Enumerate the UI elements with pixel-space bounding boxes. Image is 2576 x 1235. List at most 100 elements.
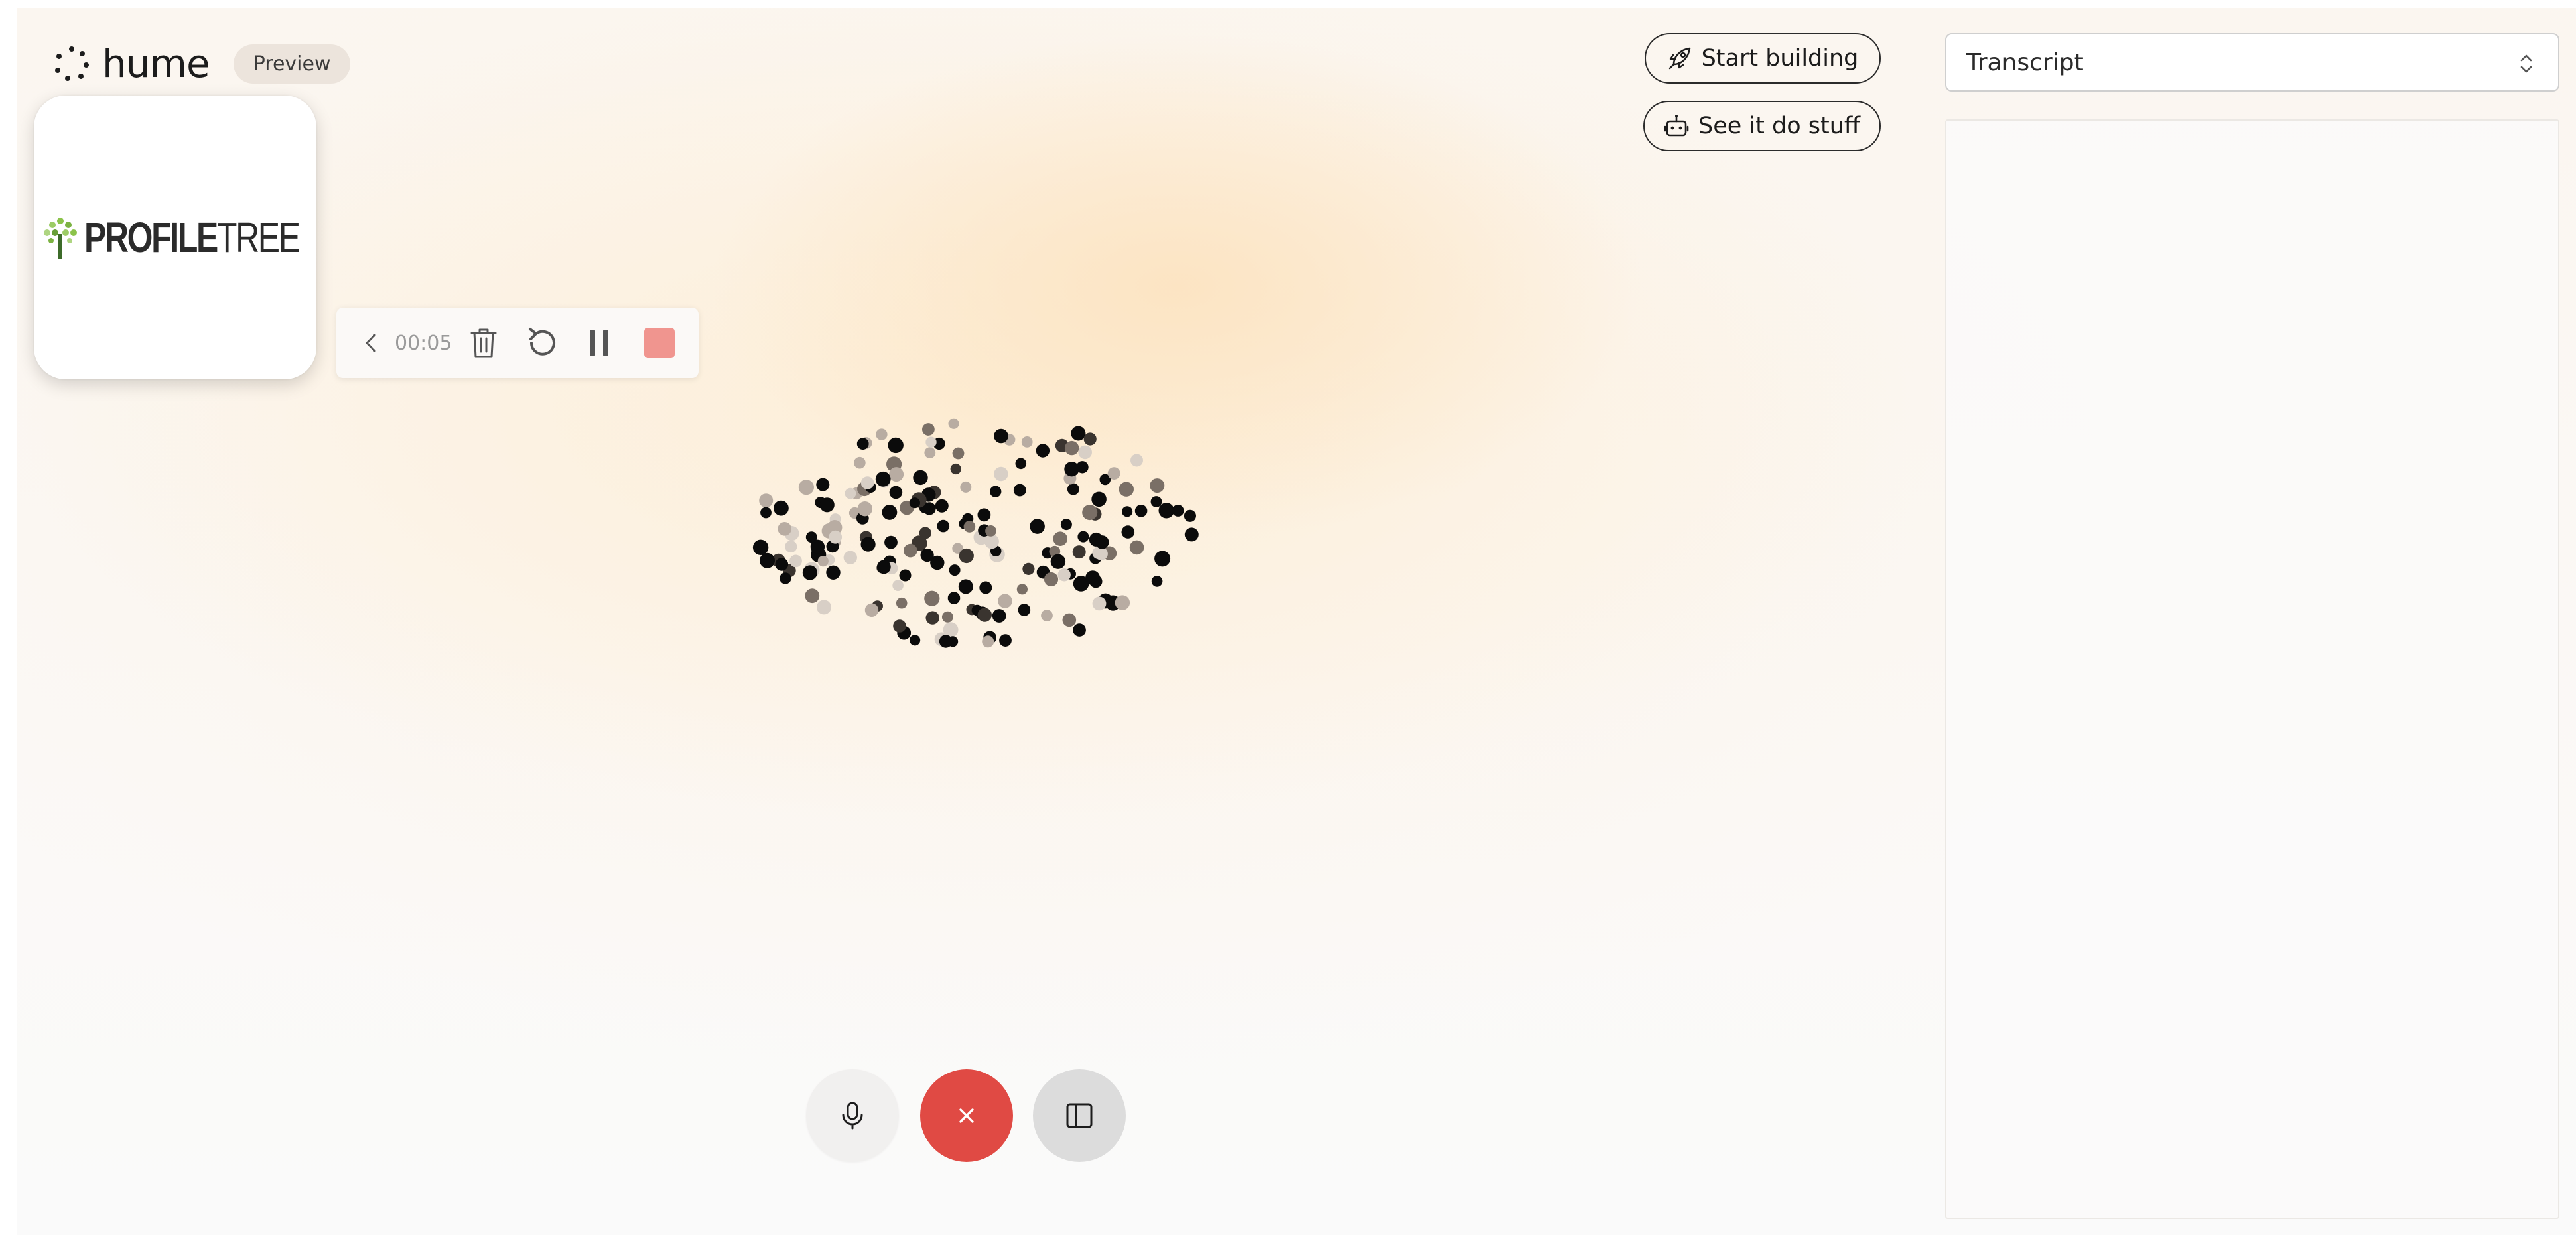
sidebar-toggle-icon (1066, 1103, 1093, 1128)
viz-dot (990, 486, 1002, 497)
see-it-do-stuff-button[interactable]: See it do stuff (1643, 101, 1881, 151)
viz-dot (1064, 440, 1079, 456)
viz-dot (1151, 576, 1163, 587)
viz-dot (856, 438, 869, 450)
viz-dot (896, 597, 908, 609)
trash-icon[interactable] (469, 326, 498, 359)
viz-dot (805, 588, 820, 604)
viz-dot (1122, 506, 1133, 517)
viz-dot (1018, 604, 1031, 616)
viz-dot (941, 611, 953, 623)
viz-dot (1021, 436, 1033, 448)
viz-dot (780, 572, 791, 584)
end-call-button[interactable] (920, 1069, 1013, 1162)
viz-dot (1184, 509, 1196, 522)
viz-dot (899, 569, 912, 582)
viz-dot (876, 560, 891, 574)
viz-dot (888, 437, 904, 454)
viz-dot (959, 548, 974, 564)
viz-dot (910, 635, 921, 646)
viz-dot (935, 499, 949, 513)
viz-dot (924, 590, 940, 606)
viz-dot (1172, 505, 1184, 517)
microphone-icon (842, 1102, 863, 1130)
viz-dot (930, 555, 945, 570)
viz-dot (913, 470, 928, 486)
close-icon (959, 1108, 974, 1123)
viz-dot (1154, 551, 1171, 567)
viz-dot (1044, 572, 1059, 587)
viz-dot (1184, 527, 1199, 542)
restart-icon[interactable] (525, 325, 561, 361)
viz-dot (889, 467, 904, 482)
viz-dot (843, 551, 857, 564)
viz-dot (760, 552, 775, 568)
viz-dot (882, 505, 898, 520)
microphone-button[interactable] (806, 1069, 899, 1162)
viz-dot (937, 519, 950, 533)
pause-icon[interactable] (587, 328, 611, 358)
stop-icon[interactable] (644, 328, 675, 358)
start-building-button[interactable]: Start building (1645, 33, 1881, 84)
viz-dot (977, 608, 992, 622)
viz-dot (1092, 596, 1107, 611)
viz-dot (1071, 426, 1086, 441)
viz-dot (1057, 568, 1071, 582)
brand-logo: hume Preview (53, 41, 351, 86)
viz-dot (775, 558, 789, 571)
viz-dot (1041, 610, 1053, 621)
viz-dot (817, 600, 831, 615)
viz-dot (826, 565, 841, 580)
viz-dot (1015, 458, 1027, 470)
viz-dot (1107, 467, 1120, 480)
viz-dot (1078, 445, 1092, 460)
viz-dot (1129, 540, 1144, 555)
viz-dot (817, 556, 829, 567)
viz-dot (949, 564, 961, 576)
start-building-label: Start building (1701, 45, 1859, 72)
preview-badge: Preview (233, 44, 351, 84)
viz-dot (889, 486, 903, 499)
select-arrows-icon (2520, 54, 2532, 73)
viz-dot (909, 497, 920, 509)
transcript-select[interactable]: Transcript (1945, 33, 2559, 92)
app-stage: hume Preview PROFILETREE 00:05 Start bui… (17, 8, 2576, 1235)
viz-dot (789, 554, 802, 568)
viz-dot (860, 537, 876, 552)
viz-dot (1083, 432, 1097, 446)
viz-dot (876, 428, 888, 440)
avatar-logo-light: TREE (216, 214, 301, 261)
viz-dot (760, 507, 772, 519)
viz-dot (892, 580, 904, 591)
viz-dot (802, 565, 817, 580)
viz-dot (999, 634, 1012, 647)
viz-dot (1050, 554, 1066, 569)
viz-dot (925, 611, 939, 625)
viz-dot (1115, 595, 1130, 610)
viz-dot (1064, 462, 1079, 477)
viz-dot (1095, 535, 1109, 549)
viz-dot (1134, 505, 1148, 517)
viz-dot (774, 500, 789, 516)
viz-dot (845, 487, 856, 499)
avatar-card: PROFILETREE (34, 96, 316, 379)
viz-dot (998, 594, 1012, 608)
viz-dot (1073, 623, 1086, 637)
robot-icon (1664, 115, 1689, 137)
viz-dot (1082, 505, 1098, 521)
viz-dot (1130, 454, 1143, 467)
viz-dot (884, 535, 898, 549)
viz-dot (977, 508, 991, 522)
tree-icon (44, 218, 77, 259)
toggle-sidebar-button[interactable] (1033, 1069, 1126, 1162)
viz-dot (829, 530, 843, 544)
viz-dot (958, 579, 973, 594)
recording-time: 00:05 (395, 331, 452, 355)
chevron-left-icon[interactable] (363, 332, 379, 354)
viz-dot (857, 501, 872, 517)
viz-dot (752, 539, 769, 555)
viz-dot (994, 466, 1008, 482)
avatar-logo-text: PROFILETREE (84, 213, 301, 262)
viz-dot (1016, 584, 1028, 595)
viz-dot (810, 539, 825, 554)
